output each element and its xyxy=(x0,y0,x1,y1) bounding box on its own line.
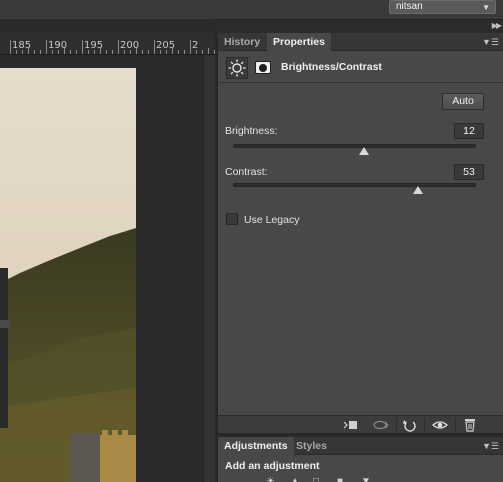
ruler-major-tick xyxy=(82,40,83,54)
ruler-major-tick xyxy=(118,40,119,54)
collapse-panels-icon[interactable]: ▶▶ xyxy=(492,21,502,30)
add-adjustment-title: Add an adjustment xyxy=(225,460,320,472)
mask-dot xyxy=(259,64,267,72)
ruler-minor-tick xyxy=(64,48,65,54)
use-legacy-checkbox[interactable] xyxy=(226,213,238,225)
ruler-minor-tick xyxy=(58,50,59,54)
ruler-minor-tick xyxy=(172,48,173,54)
footer-separator xyxy=(424,418,425,432)
brightness-adjustment-icon xyxy=(226,57,248,79)
brightness-value-field[interactable]: 12 xyxy=(454,123,484,139)
ruler-minor-tick xyxy=(88,50,89,54)
horizontal-ruler: 185 190 195 200 205 2 xyxy=(0,19,221,55)
workspace-select[interactable]: nitsan ▼ xyxy=(389,0,496,14)
brightness-slider-track[interactable] xyxy=(233,144,476,148)
ruler-minor-tick xyxy=(34,50,35,54)
footer-separator xyxy=(396,418,397,432)
layer-mask-icon[interactable] xyxy=(255,61,271,74)
ruler-minor-tick xyxy=(76,50,77,54)
visibility-eye-icon[interactable] xyxy=(431,418,449,432)
use-legacy-label: Use Legacy xyxy=(244,214,300,226)
contrast-label: Contrast: xyxy=(225,166,268,178)
properties-footer xyxy=(218,415,503,433)
vertical-scrollbar[interactable] xyxy=(203,55,215,482)
exposure-adjust-icon[interactable]: ■ xyxy=(337,476,343,482)
landscape-photo xyxy=(0,68,136,482)
ruler-top-strip xyxy=(0,19,215,33)
ruler-minor-tick xyxy=(148,50,149,54)
application-bar: nitsan ▼ xyxy=(0,0,503,20)
tab-adjustments[interactable]: Adjustments xyxy=(218,437,294,455)
document-photo[interactable] xyxy=(0,68,136,482)
ruler-minor-tick xyxy=(28,48,29,54)
chevron-down-icon: ▼ xyxy=(482,3,490,12)
properties-tab-row: History Properties ▼☰ xyxy=(218,33,503,51)
ruler-minor-tick xyxy=(160,50,161,54)
panel-dock-strip: ▶▶ xyxy=(215,20,503,33)
curves-adjust-icon[interactable]: □ xyxy=(313,476,319,482)
ruler-minor-tick xyxy=(22,50,23,54)
footer-separator xyxy=(455,418,456,432)
reset-icon[interactable] xyxy=(401,418,419,432)
ruler-minor-tick xyxy=(52,50,53,54)
tab-styles[interactable]: Styles xyxy=(290,437,333,455)
ruler-minor-tick xyxy=(112,50,113,54)
ruler-minor-tick xyxy=(94,50,95,54)
panel-menu-icon[interactable]: ▼☰ xyxy=(482,441,499,452)
adjustment-title: Brightness/Contrast xyxy=(281,61,382,73)
tab-history[interactable]: History xyxy=(218,33,266,51)
ruler-major-tick xyxy=(46,40,47,54)
ruler-minor-tick xyxy=(70,50,71,54)
ruler-minor-tick xyxy=(100,48,101,54)
ruler-minor-tick xyxy=(178,50,179,54)
contrast-slider-thumb[interactable] xyxy=(412,186,423,194)
brightness-slider-thumb[interactable] xyxy=(359,147,370,155)
gradient-adjust-icon[interactable]: ▼ xyxy=(361,476,371,482)
ruler-minor-tick xyxy=(214,50,215,54)
properties-panel: History Properties ▼☰ Brightness/Contras… xyxy=(217,33,503,433)
ruler-major-tick xyxy=(190,40,191,54)
ruler-major-tick xyxy=(10,40,11,54)
levels-adjust-icon[interactable]: ▲ xyxy=(290,476,300,482)
ruler-major-tick xyxy=(154,40,155,54)
ruler-minor-tick xyxy=(196,50,197,54)
properties-header: Brightness/Contrast xyxy=(218,52,503,83)
ruler-minor-tick xyxy=(142,50,143,54)
brightness-label: Brightness: xyxy=(225,125,278,137)
ruler-minor-tick xyxy=(136,48,137,54)
trash-icon[interactable] xyxy=(462,418,478,432)
ruler-minor-tick xyxy=(106,50,107,54)
adjustments-tab-row: Adjustments Styles ▼☰ xyxy=(218,437,503,455)
ruler-minor-tick xyxy=(124,50,125,54)
workspace-select-value: nitsan xyxy=(396,1,423,12)
adjustments-panel: Adjustments Styles ▼☰ Add an adjustment … xyxy=(217,436,503,482)
ruler-minor-tick xyxy=(40,50,41,54)
clip-to-layer-icon[interactable] xyxy=(342,418,360,432)
ruler-minor-tick xyxy=(184,50,185,54)
ruler-minor-tick xyxy=(208,48,209,54)
contrast-slider-track[interactable] xyxy=(233,183,476,187)
ruler-minor-tick xyxy=(202,50,203,54)
tab-properties[interactable]: Properties xyxy=(267,33,331,51)
ruler-minor-tick xyxy=(166,50,167,54)
panel-menu-icon[interactable]: ▼☰ xyxy=(482,37,499,48)
ruler-minor-tick xyxy=(16,50,17,54)
contrast-value-field[interactable]: 53 xyxy=(454,164,484,180)
view-previous-state-icon[interactable] xyxy=(371,418,391,432)
brightness-contrast-adjust-icon[interactable]: ☀ xyxy=(266,476,275,482)
ruler-minor-tick xyxy=(130,50,131,54)
auto-button[interactable]: Auto xyxy=(442,93,484,110)
